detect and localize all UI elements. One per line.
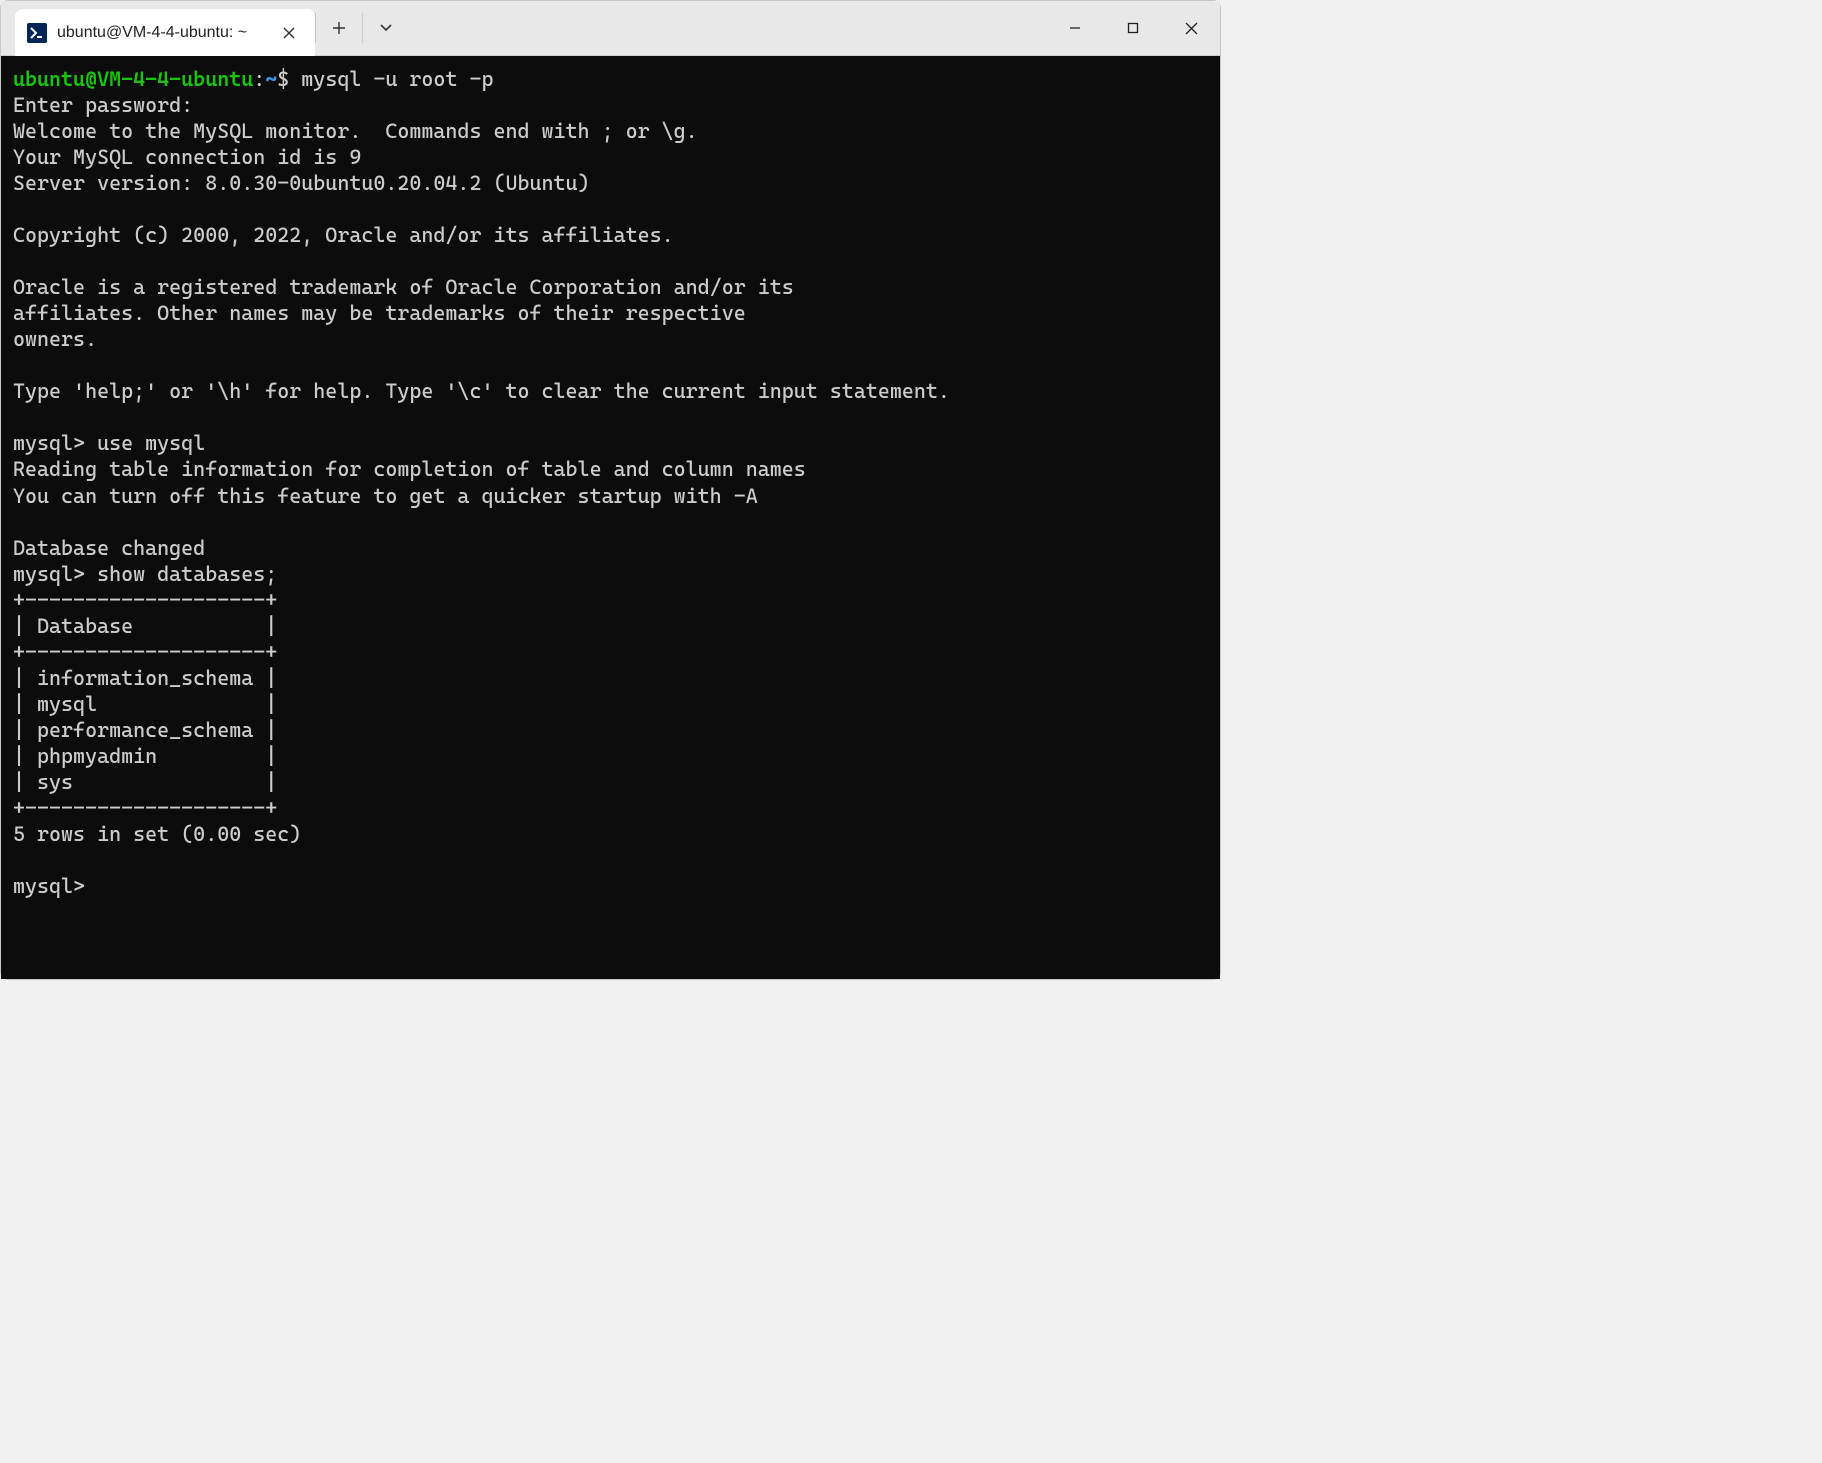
table-row: | phpmyadmin | [13,744,277,768]
tab-active[interactable]: ubuntu@VM-4-4-ubuntu: ~ [15,9,315,56]
prompt-path: ~ [265,67,277,91]
line-turn-off: You can turn off this feature to get a q… [13,484,758,508]
table-row: | performance_schema | [13,718,277,742]
mysql-prompt-3: mysql> [13,874,85,898]
table-border-top: +--------------------+ [13,588,277,612]
titlebar: ubuntu@VM-4-4-ubuntu: ~ [1,1,1220,56]
prompt-symbol: $ [277,67,289,91]
line-copyright: Copyright (c) 2000, 2022, Oracle and/or … [13,223,674,247]
cmd-use-mysql: use mysql [97,431,205,455]
tab-close-button[interactable] [277,21,301,45]
maximize-icon [1127,22,1139,34]
table-border-bot: +--------------------+ [13,796,277,820]
table-footer: 5 rows in set (0.00 sec) [13,822,301,846]
close-icon [283,27,295,39]
terminal-body[interactable]: ubuntu@VM-4-4-ubuntu:~$ mysql -u root -p… [1,56,1220,979]
prompt-sep: : [253,67,265,91]
powershell-icon [27,23,47,43]
line-db-changed: Database changed [13,536,205,560]
maximize-button[interactable] [1104,1,1162,55]
close-window-button[interactable] [1162,1,1220,55]
plus-icon [332,21,346,35]
line-welcome: Welcome to the MySQL monitor. Commands e… [13,119,698,143]
line-trademark2: affiliates. Other names may be trademark… [13,301,746,325]
tab-dropdown-button[interactable] [363,1,409,55]
mysql-prompt-1: mysql> [13,431,85,455]
cmd-show-databases: show databases; [97,562,277,586]
table-row: | mysql | [13,692,277,716]
line-help: Type 'help;' or '\h' for help. Type '\c'… [13,379,950,403]
prompt-user-host: ubuntu@VM-4-4-ubuntu [13,67,253,91]
minimize-icon [1069,22,1081,34]
new-tab-button[interactable] [316,1,362,55]
titlebar-drag-region[interactable] [409,1,1046,55]
cmd-mysql-login: mysql -u root -p [301,67,493,91]
line-conn-id: Your MySQL connection id is 9 [13,145,361,169]
table-row: | sys | [13,770,277,794]
line-server-version: Server version: 8.0.30-0ubuntu0.20.04.2 … [13,171,590,195]
line-reading: Reading table information for completion… [13,457,806,481]
tab-title: ubuntu@VM-4-4-ubuntu: ~ [57,24,267,42]
table-header: | Database | [13,614,277,638]
mysql-prompt-2: mysql> [13,562,85,586]
table-row: | information_schema | [13,666,277,690]
line-enter-password: Enter password: [13,93,193,117]
line-trademark3: owners. [13,327,97,351]
window-controls [1046,1,1220,55]
minimize-button[interactable] [1046,1,1104,55]
table-border-mid: +--------------------+ [13,640,277,664]
close-icon [1185,22,1198,35]
line-trademark1: Oracle is a registered trademark of Orac… [13,275,794,299]
chevron-down-icon [379,23,393,33]
